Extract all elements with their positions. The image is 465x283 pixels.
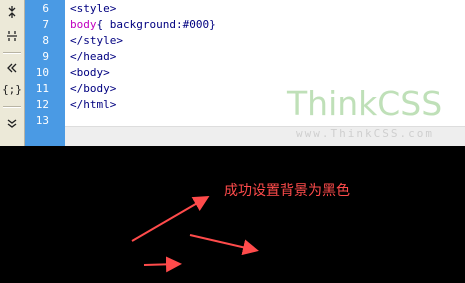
- code-editor[interactable]: {;} 6 7 8 9 10 11 12 13 <style> body{ ba…: [0, 0, 465, 147]
- code-line[interactable]: </html>: [70, 97, 116, 113]
- code-line[interactable]: <style>: [70, 1, 116, 17]
- line-number: 9: [42, 50, 49, 63]
- arrow-2: [189, 234, 259, 256]
- preview-output: 成功设置背景为黑色: [0, 146, 465, 283]
- line-number: 12: [35, 98, 49, 111]
- editor-toolbar: {;}: [0, 0, 25, 146]
- line-number: 13: [35, 114, 49, 127]
- code-line[interactable]: </head>: [70, 49, 116, 65]
- code-line[interactable]: body{ background:#000}: [70, 17, 216, 33]
- watermark-url: www.ThinkCSS.com: [296, 127, 434, 140]
- code-line[interactable]: <body>: [70, 65, 110, 81]
- toolbar-separator: [3, 106, 21, 108]
- line-number-gutter: 6 7 8 9 10 11 12 13: [25, 0, 65, 146]
- brace-icon[interactable]: {;}: [2, 80, 22, 98]
- watermark-brand: ThinkCSS: [287, 84, 443, 123]
- watermark-logo: ThinkCSS: [287, 84, 442, 123]
- more-chevron-icon[interactable]: [2, 115, 22, 133]
- code-line[interactable]: </style>: [70, 33, 123, 49]
- css-selector: body: [70, 18, 97, 31]
- line-number: 10: [35, 66, 49, 79]
- collapse-expand-icon[interactable]: [2, 3, 22, 21]
- arrow-3: [143, 256, 182, 273]
- css-declaration: { background:#000}: [96, 18, 216, 31]
- line-number: 8: [42, 34, 49, 47]
- annotation-arrows: [131, 195, 259, 273]
- split-arrows-icon[interactable]: [2, 27, 22, 45]
- jump-icon[interactable]: [2, 60, 22, 78]
- line-number: 6: [42, 2, 49, 15]
- screenshot-root: {;} 6 7 8 9 10 11 12 13 <style> body{ ba…: [0, 0, 465, 283]
- code-line[interactable]: </body>: [70, 81, 116, 97]
- line-number: 11: [35, 82, 49, 95]
- line-number: 7: [42, 18, 49, 31]
- arrow-1: [131, 195, 210, 242]
- toolbar-separator: [3, 52, 21, 54]
